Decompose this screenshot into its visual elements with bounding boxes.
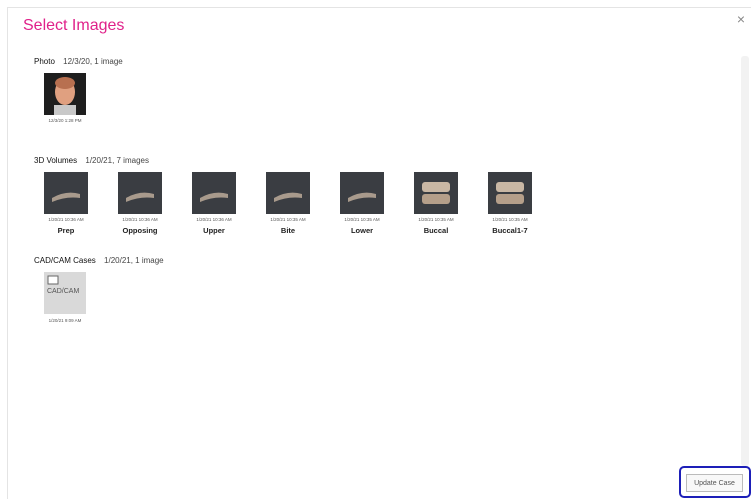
- cadcam-thumb-text: CAD/CAM: [47, 288, 80, 295]
- volume-thumbnail[interactable]: [44, 172, 88, 214]
- volume-thumbnail[interactable]: [340, 172, 384, 214]
- section-name: Photo: [34, 57, 55, 66]
- dialog-title: Select Images: [23, 17, 125, 34]
- volume-date: 1/20/21 10:36 AM: [196, 217, 232, 222]
- volume-label: Upper: [203, 226, 225, 235]
- section-name: CAD/CAM Cases: [34, 256, 96, 265]
- volume-thumbnail[interactable]: [118, 172, 162, 214]
- select-images-dialog: Select Images ×: [7, 7, 751, 499]
- section-name: 3D Volumes: [34, 156, 78, 165]
- photo-thumbnail[interactable]: [44, 73, 86, 115]
- volume-thumbnail[interactable]: [266, 172, 310, 214]
- volume-thumbnail[interactable]: [414, 172, 458, 214]
- dental-bite-icon: [414, 172, 458, 214]
- update-case-button[interactable]: Update Case: [686, 474, 743, 492]
- update-case-highlight: Update Case: [679, 466, 751, 498]
- section-meta: 1/20/21, 1 image: [104, 256, 164, 265]
- volume-label: Buccal: [423, 226, 449, 235]
- dental-volume-icon: [266, 172, 310, 214]
- volume-date: 1/20/21 10:35 AM: [418, 217, 454, 222]
- volume-thumbnail[interactable]: [488, 172, 532, 214]
- volume-label: Buccal1-7: [492, 226, 528, 235]
- section-header-photo: Photo 12/3/20, 1 image: [34, 57, 123, 66]
- section-meta: 1/20/21, 7 images: [85, 156, 149, 165]
- volume-date: 1/20/21 10:36 AM: [122, 217, 158, 222]
- close-icon[interactable]: ×: [737, 11, 745, 27]
- volume-label: Lower: [350, 226, 374, 235]
- volume-date: 1/20/21 10:35 AM: [492, 217, 528, 222]
- dental-volume-icon: [340, 172, 384, 214]
- section-meta: 12/3/20, 1 image: [63, 57, 123, 66]
- cadcam-date: 1/20/21 9:09 AM: [48, 318, 82, 323]
- dental-volume-icon: [118, 172, 162, 214]
- volume-date: 1/20/21 10:36 AM: [48, 217, 84, 222]
- dental-volume-icon: [44, 172, 88, 214]
- scrollbar[interactable]: [741, 56, 749, 466]
- volume-date: 1/20/21 10:35 AM: [270, 217, 306, 222]
- dental-bite-icon: [488, 172, 532, 214]
- dental-volume-icon: [192, 172, 236, 214]
- face-photo-icon: [44, 73, 86, 115]
- section-header-3d-volumes: 3D Volumes 1/20/21, 7 images: [34, 156, 149, 165]
- cadcam-thumbnail[interactable]: CAD/CAM: [44, 272, 86, 314]
- volume-thumbnail[interactable]: [192, 172, 236, 214]
- volume-date: 1/20/21 10:35 AM: [344, 217, 380, 222]
- volume-label: Prep: [57, 226, 75, 235]
- volume-label: Opposing: [122, 226, 158, 235]
- section-header-cadcam: CAD/CAM Cases 1/20/21, 1 image: [34, 256, 164, 265]
- photo-date: 12/3/20 1:28 PM: [48, 118, 82, 123]
- volume-label: Bite: [280, 226, 296, 235]
